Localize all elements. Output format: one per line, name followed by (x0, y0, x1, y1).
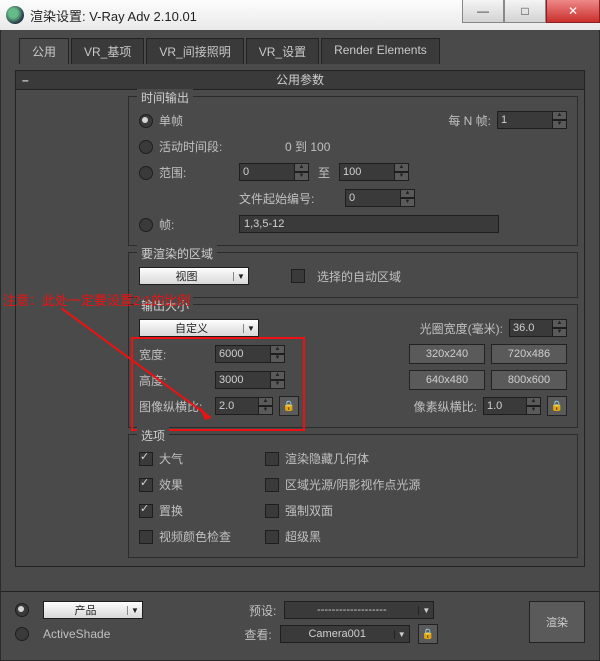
dropdown-area[interactable]: 视图▼ (139, 267, 249, 285)
lock-view-icon[interactable]: 🔒 (418, 624, 438, 644)
minimize-button[interactable]: — (462, 0, 504, 23)
rollout-toggle-icon: – (22, 71, 29, 89)
check-force2[interactable] (265, 504, 279, 518)
radio-frames[interactable] (139, 218, 153, 232)
check-disp[interactable] (139, 504, 153, 518)
tab-vr-settings[interactable]: VR_设置 (246, 38, 319, 64)
check-auto-region[interactable] (291, 269, 305, 283)
tab-bar: 公用 VR_基项 VR_间接照明 VR_设置 Render Elements (1, 30, 599, 64)
group-time-output: 时间输出 单帧 每 N 帧: ▲▼ 活动时间段: 0 到 100 范围: ▲▼ … (128, 96, 578, 246)
titlebar: 渲染设置: V-Ray Adv 2.10.01 — □ ✕ (0, 0, 600, 31)
tab-common[interactable]: 公用 (19, 38, 69, 64)
radio-product[interactable] (15, 603, 29, 617)
spinner-pixel[interactable]: ▲▼ (483, 397, 541, 415)
dropdown-preset[interactable]: -------------------▼ (284, 601, 434, 619)
group-render-area: 要渲染的区域 视图▼ 选择的自动区域 (128, 252, 578, 298)
check-arealights[interactable] (265, 478, 279, 492)
radio-range[interactable] (139, 166, 153, 180)
render-button[interactable]: 渲染 (529, 601, 585, 643)
annotation-box (131, 337, 305, 431)
spinner-aperture[interactable]: ▲▼ (509, 319, 567, 337)
active-range: 0 到 100 (285, 138, 330, 155)
dropdown-product[interactable]: 产品▼ (43, 601, 143, 619)
annotation-text: 注意：此处一定要设置2:1的比例 (3, 290, 190, 309)
check-colorcheck[interactable] (139, 530, 153, 544)
close-button[interactable]: ✕ (546, 0, 600, 23)
radio-activeshade[interactable] (15, 627, 29, 641)
bottom-bar: 产品▼ 预设: -------------------▼ 渲染 ActiveSh… (1, 591, 599, 660)
dropdown-output[interactable]: 自定义▼ (139, 319, 259, 337)
spinner-nth[interactable]: ▲▼ (497, 111, 567, 129)
tab-vr-basic[interactable]: VR_基项 (71, 38, 144, 64)
group-options: 选项 大气 渲染隐藏几何体 效果 区域光源/阴影视作点光源 置换 强制双面 视频… (128, 434, 578, 558)
spinner-filestart[interactable]: ▲▼ (345, 189, 415, 207)
group-title: 时间输出 (137, 89, 193, 106)
check-atmo[interactable] (139, 452, 153, 466)
rollout-title: 公用参数 (276, 73, 324, 87)
check-hidden[interactable] (265, 452, 279, 466)
window-title: 渲染设置: V-Ray Adv 2.10.01 (30, 6, 462, 25)
nth-label: 每 N 帧: (448, 112, 491, 129)
tab-render-elements[interactable]: Render Elements (321, 38, 440, 64)
preset-320[interactable]: 320x240 (409, 344, 485, 364)
spinner-from[interactable]: ▲▼ (239, 163, 309, 181)
preset-720[interactable]: 720x486 (491, 344, 567, 364)
check-effects[interactable] (139, 478, 153, 492)
dropdown-view[interactable]: Camera001▼ (280, 625, 410, 643)
check-superblack[interactable] (265, 530, 279, 544)
rollout-header[interactable]: – 公用参数 (15, 70, 585, 90)
tab-vr-gi[interactable]: VR_间接照明 (146, 38, 243, 64)
preset-640[interactable]: 640x480 (409, 370, 485, 390)
group-output-size: 输出大小 自定义▼ 光圈宽度(毫米): ▲▼ 宽度: ▲▼ 320x240 72… (128, 304, 578, 428)
radio-single[interactable] (139, 114, 153, 128)
input-frames[interactable] (239, 215, 499, 233)
app-icon (6, 6, 24, 24)
maximize-button[interactable]: □ (504, 0, 546, 23)
lock-pixel-icon[interactable]: 🔒 (547, 396, 567, 416)
preset-800[interactable]: 800x600 (491, 370, 567, 390)
radio-active[interactable] (139, 140, 153, 154)
spinner-to[interactable]: ▲▼ (339, 163, 409, 181)
